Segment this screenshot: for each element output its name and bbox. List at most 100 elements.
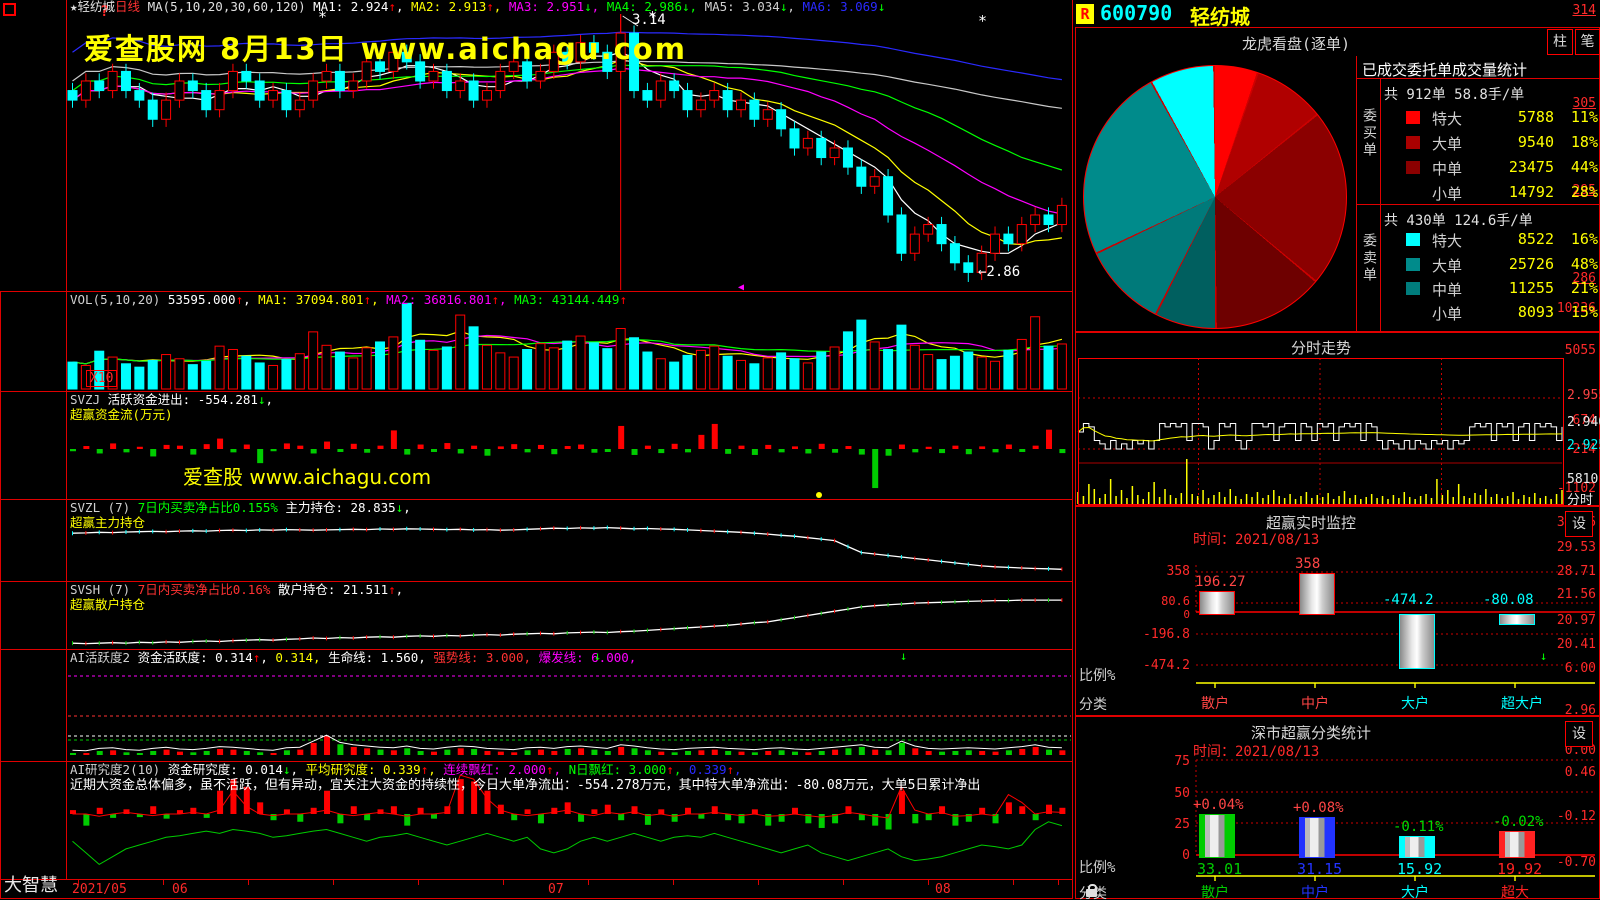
shenzhen-bar [1499,831,1535,858]
order-percent-value: 11% [1560,108,1598,126]
header-segment: 爆发线: 6.000 [539,650,629,665]
longhu-title: 龙虎看盘(逐单) [1076,33,1516,54]
header-segment: 资金研究度: 0.014 [168,762,283,777]
ai-research-comment: 近期大资金总体偏多，虽不活跃，但有异动，宜关注大资金的持续性，今日大单净流出：-… [70,779,980,793]
panel-divider [0,879,1073,880]
sell-signal-arrow-icon: ↓ [594,649,601,663]
date-tick [588,880,589,885]
header-segment: , [418,650,433,665]
category-row-label: 分类 [1079,694,1107,714]
rights-badge: R [1076,4,1094,24]
sell-signal-arrow-icon: ↓ [900,649,907,663]
header-segment: ↑ [388,0,396,14]
brand-label: 大智慧 [4,871,58,897]
order-pie-chart [1083,65,1347,329]
order-volume-value: 25726 [1474,255,1554,273]
header-segment: ★轻纺城 [70,0,115,14]
date-tick [1013,880,1014,885]
axis-label: -196.8 [1076,627,1190,642]
date-tick [163,880,164,885]
panel-divider [0,898,1073,899]
header-segment: VOL(5,10,20) [70,292,168,307]
header-segment: ↑ [727,762,735,777]
header-segment: MA2: 2.913 [411,0,486,14]
header-segment: , [524,650,539,665]
shenzhen-settings-button[interactable]: 设 [1565,721,1593,747]
stock-code[interactable]: 600790 [1100,1,1172,25]
order-percent-value: 28% [1560,183,1598,201]
shenzhen-bar-value: 31.15 [1297,860,1342,878]
header-segment: AI活跃度2 [70,650,138,665]
shenzhen-category-label: 散户 [1201,882,1229,900]
order-volume-value: 8093 [1474,303,1554,321]
pen-mode-button[interactable]: 笔 [1575,29,1600,55]
header-segment: , [787,0,802,14]
vol-header: VOL(5,10,20) 53595.000↑, MA1: 37094.801↑… [70,293,627,307]
monitor-category-label: 中户 [1301,693,1329,713]
bar-mode-button[interactable]: 柱 [1547,29,1573,55]
intraday-panel: 分时走势 2.955 2.940 2.925 5810 分时 [1075,332,1600,506]
date-label: 08 [935,882,951,897]
date-tick [503,880,504,885]
header-segment: , [592,0,607,14]
date-tick [843,880,844,885]
kline-header: ★轻纺城日线 MA(5,10,20,30,60,120) MA1: 2.924↑… [70,0,885,14]
watermark-sub: 爱查股 www.aichagu.com [183,461,431,490]
lock-icon[interactable] [1086,889,1097,897]
date-tick [758,880,759,885]
monitor-category-label: 大户 [1401,693,1429,713]
order-type-label: 大单 [1432,133,1462,154]
header-segment: ↑ [546,762,554,777]
order-percent-value: 48% [1560,255,1598,273]
shenzhen-bar [1399,836,1435,858]
header-segment: ↑ [364,292,372,307]
header-segment: SVZJ [70,392,108,407]
order-type-label: 中单 [1432,279,1462,300]
date-tick [333,880,334,885]
header-segment: , [428,762,443,777]
swatch-icon [1406,282,1420,295]
order-type-label: 小单 [1432,183,1462,204]
header-segment: , [403,500,411,515]
intraday-high-label: 2.955 [1567,388,1600,403]
signal-dot-icon [816,492,822,498]
event-marker-icon: * [318,8,327,26]
header-segment: MA1: 37094.801 [258,292,363,307]
panel-divider [0,649,1073,650]
panel-divider [0,391,1073,392]
svzl-sublabel: 超赢主力持仓 [70,516,145,530]
axis-label: 25 [1076,817,1190,832]
order-volume-value: 23475 [1474,158,1554,176]
monitor-time-label: 时间：2021/08/13 [1193,529,1319,549]
header-segment: SVZL (7) [70,500,138,515]
date-label: 07 [548,882,564,897]
shenzhen-bar-percent: +0.08% [1293,800,1344,816]
date-label: 06 [172,882,188,897]
monitor-bar-value: 196.27 [1195,574,1246,590]
order-type-label: 特大 [1432,108,1462,129]
volume-unit-badge: X10 [86,370,117,387]
watermark-main: 爱查股网 8月13日 www.aichagu.com [84,26,687,68]
header-segment: 散户持仓: 21.511 [270,582,388,597]
header-segment: , [554,762,569,777]
header-segment: MA3: 2.951 [509,0,584,14]
low-price-annotation: ←2.86 [978,264,1020,280]
event-marker-icon: * [648,8,657,26]
header-segment: ↑ [388,582,396,597]
header-segment: 平均研究度: 0.339 [306,762,421,777]
header-segment: , [371,292,386,307]
svsh-header: SVSH (7) 7日内买卖净占比0.16% 散户持仓: 21.511↑, [70,583,403,597]
shenzhen-bar-percent: -0.02% [1493,814,1544,830]
app-led-icon [3,3,16,16]
stock-name[interactable]: 轻纺城 [1190,1,1250,30]
monitor-bar [1199,591,1235,615]
monitor-bar [1499,614,1535,625]
header-segment: N日飘红: 3.000 [569,762,667,777]
shenzhen-category-label: 大户 [1401,882,1429,900]
svzj-sublabel: 超赢资金流(万元) [70,408,173,422]
monitor-settings-button[interactable]: 设 [1565,511,1593,537]
swatch-icon [1406,161,1420,174]
left-border [0,291,1,898]
header-segment: , [396,0,411,14]
intraday-title: 分时走势 [1076,337,1566,358]
